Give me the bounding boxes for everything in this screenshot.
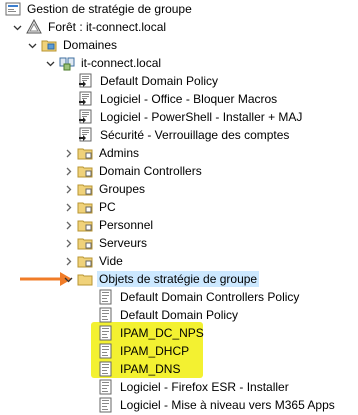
gpo-icon (97, 325, 114, 341)
gpo-label: IPAM_DNS (120, 362, 181, 376)
ou-label: Admins (99, 146, 140, 160)
domain-icon (58, 55, 75, 71)
gpo-item[interactable]: Logiciel - Firefox ESR - Installer (97, 378, 291, 396)
ou-item-vide[interactable]: Vide (62, 252, 125, 270)
gpo-link-label: Logiciel - Office - Bloquer Macros (100, 92, 278, 106)
gpo-label: Logiciel - Mise à niveau vers M365 Apps (120, 398, 335, 412)
gpo-icon (97, 361, 114, 377)
gpo-link-item[interactable]: Default Domain Policy (77, 72, 220, 90)
chevron-down-icon[interactable] (62, 270, 74, 288)
gpo-icon (97, 343, 114, 359)
ou-label: PC (99, 200, 116, 214)
gpo-link-icon (77, 91, 94, 107)
chevron-right-icon[interactable] (62, 234, 74, 252)
ou-item-personnel[interactable]: Personnel (62, 216, 155, 234)
gpo-link-item[interactable]: Logiciel - Office - Bloquer Macros (77, 90, 279, 108)
gpo-label: IPAM_DC_NPS (120, 326, 204, 340)
ou-item-pc[interactable]: PC (62, 198, 118, 216)
chevron-down-icon[interactable] (44, 54, 56, 72)
root-label: Gestion de stratégie de groupe (27, 2, 192, 16)
chevron-down-icon[interactable] (11, 18, 23, 36)
gpo-icon (97, 397, 114, 413)
gpo-item-ipam-dns[interactable]: IPAM_DNS (97, 360, 182, 378)
gpo-label: Default Domain Policy (120, 308, 239, 322)
ou-item-domain-controllers[interactable]: Domain Controllers (62, 162, 204, 180)
gpo-folder-icon (76, 271, 93, 287)
chevron-right-icon[interactable] (62, 198, 74, 216)
gpo-item-ipam-dhcp[interactable]: IPAM_DHCP (97, 342, 191, 360)
chevron-right-icon[interactable] (62, 144, 74, 162)
ou-label: Personnel (99, 218, 154, 232)
ou-folder-icon (76, 217, 93, 233)
ou-folder-icon (76, 199, 93, 215)
gpo-container[interactable]: Objets de stratégie de groupe (62, 270, 260, 288)
gpo-link-item[interactable]: Sécurité - Verrouillage des comptes (77, 126, 291, 144)
gpo-item[interactable]: Logiciel - Mise à niveau vers M365 Apps (97, 396, 337, 414)
chevron-down-icon[interactable] (26, 36, 38, 54)
chevron-right-icon[interactable] (62, 216, 74, 234)
gpo-link-icon (77, 109, 94, 125)
ou-label: Vide (99, 254, 123, 268)
gpmc-icon (4, 1, 21, 17)
ou-label: Groupes (99, 182, 146, 196)
gpo-link-icon (77, 73, 94, 89)
forest-label: Forêt : it-connect.local (48, 20, 167, 34)
domains-label: Domaines (63, 38, 118, 52)
ou-folder-icon (76, 163, 93, 179)
gpo-link-label: Sécurité - Verrouillage des comptes (100, 128, 290, 142)
domains-folder-icon (40, 37, 57, 53)
chevron-right-icon[interactable] (62, 180, 74, 198)
forest-icon (25, 19, 42, 35)
tree-root[interactable]: Gestion de stratégie de groupe (4, 0, 194, 18)
gpo-item[interactable]: Default Domain Policy (97, 306, 240, 324)
gpo-label: Logiciel - Firefox ESR - Installer (120, 380, 289, 394)
ou-folder-icon (76, 181, 93, 197)
gpo-container-label: Objets de stratégie de groupe (97, 271, 260, 287)
ou-item-serveurs[interactable]: Serveurs (62, 234, 149, 252)
tree-forest[interactable]: Forêt : it-connect.local (11, 18, 168, 36)
domain-label: it-connect.local (81, 56, 162, 70)
ou-label: Domain Controllers (99, 164, 202, 178)
gpo-icon (97, 379, 114, 395)
ou-label: Serveurs (99, 236, 148, 250)
ou-item-admins[interactable]: Admins (62, 144, 141, 162)
gpo-icon (97, 307, 114, 323)
chevron-right-icon[interactable] (62, 252, 74, 270)
gpo-link-label: Default Domain Policy (100, 74, 219, 88)
gpo-link-icon (77, 127, 94, 143)
ou-item-groupes[interactable]: Groupes (62, 180, 147, 198)
tree-domain[interactable]: it-connect.local (44, 54, 163, 72)
gpo-item-ipam-dc-nps[interactable]: IPAM_DC_NPS (97, 324, 206, 342)
gpo-link-label: Logiciel - PowerShell - Installer + MAJ (100, 110, 303, 124)
gpo-link-item[interactable]: Logiciel - PowerShell - Installer + MAJ (77, 108, 304, 126)
ou-folder-icon (76, 253, 93, 269)
ou-folder-icon (76, 145, 93, 161)
gpo-item[interactable]: Default Domain Controllers Policy (97, 288, 301, 306)
gpo-label: IPAM_DHCP (120, 344, 190, 358)
chevron-right-icon[interactable] (62, 162, 74, 180)
gpo-icon (97, 289, 114, 305)
ou-folder-icon (76, 235, 93, 251)
tree-domains[interactable]: Domaines (26, 36, 119, 54)
gpo-label: Default Domain Controllers Policy (120, 290, 300, 304)
